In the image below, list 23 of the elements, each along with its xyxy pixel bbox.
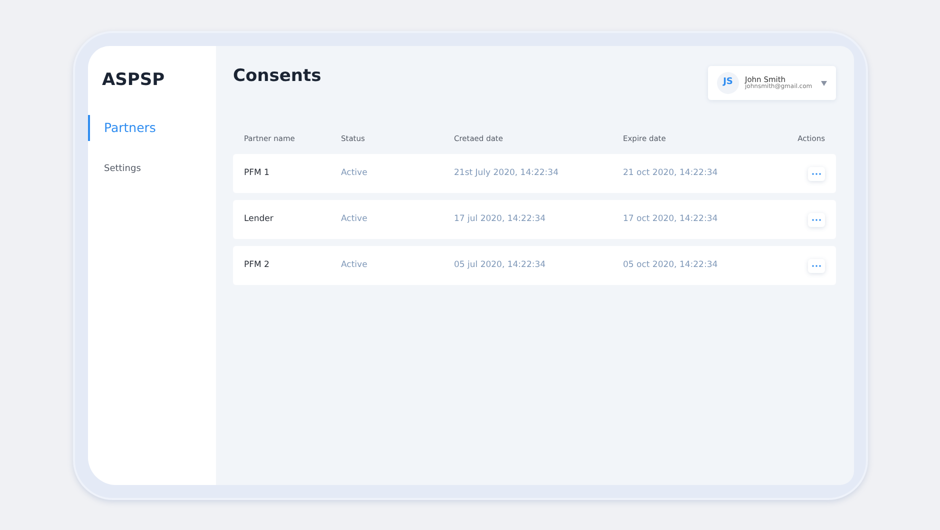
table-cell-text: Lender <box>244 213 274 226</box>
status-cell-text: Active <box>341 167 368 180</box>
table-cell-text: 17 oct 2020, 14:22:34 <box>623 213 719 226</box>
more-button[interactable] <box>808 212 825 227</box>
table-cell-text: 21 oct 2020, 14:22:34 <box>623 167 719 180</box>
caret-icon <box>821 80 827 86</box>
table-cell-text: 21st July 2020, 14:22:34 <box>454 167 560 180</box>
table-cell-text: 17 jul 2020, 14:22:34 <box>454 213 547 226</box>
more-icon <box>812 172 821 175</box>
user-avatar: JS <box>717 72 739 94</box>
more-icon <box>812 264 821 267</box>
table-cell-text: PFM 2 <box>244 259 270 272</box>
brand-title: ASPSP <box>101 69 166 92</box>
more-button[interactable] <box>808 166 825 181</box>
more-button[interactable] <box>808 258 825 273</box>
table-cell-text: 05 jul 2020, 14:22:34 <box>454 259 547 272</box>
status-cell-text: Active <box>341 213 368 226</box>
page-title: Consents <box>233 66 322 86</box>
more-icon <box>812 218 821 221</box>
sidebar-item[interactable]: Settings <box>88 159 216 181</box>
table-cell-text: 05 oct 2020, 14:22:34 <box>623 259 719 272</box>
table-cell-text: PFM 1 <box>244 167 270 180</box>
status-cell-text: Active <box>341 259 368 272</box>
